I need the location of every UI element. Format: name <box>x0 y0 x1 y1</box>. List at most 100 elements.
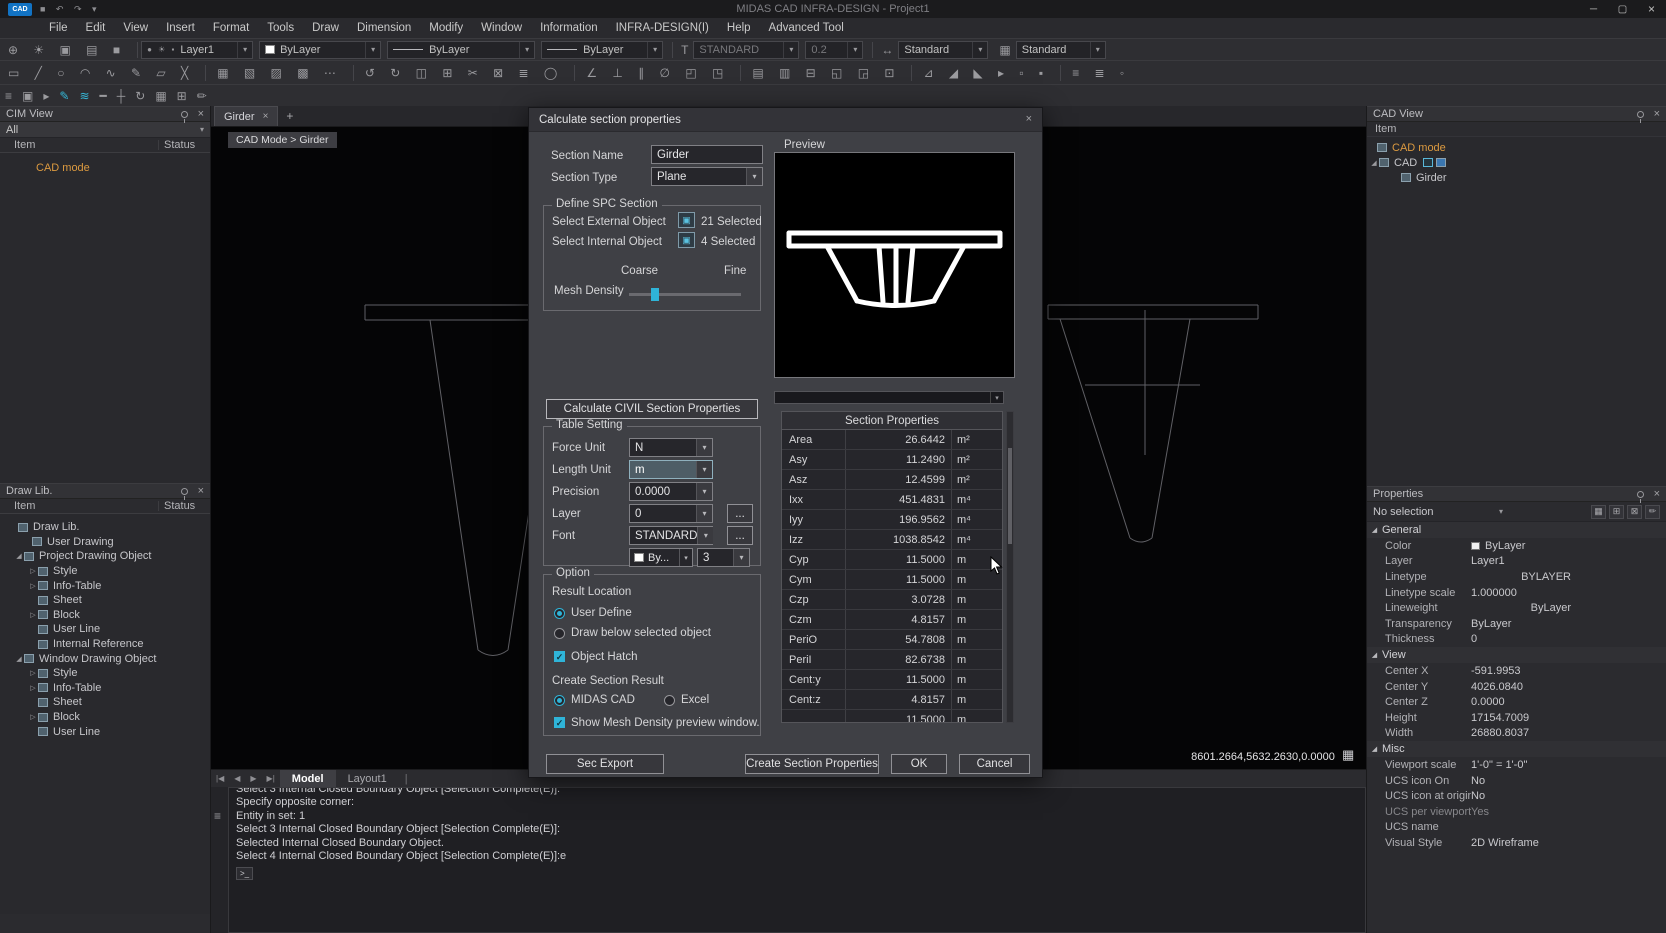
misc-tools-icon-group[interactable]: ≡ ≣ ◦ <box>1064 66 1138 80</box>
refresh-icon[interactable]: ↻ <box>130 89 150 103</box>
display-icon[interactable] <box>1423 158 1433 167</box>
prop-row-linetype[interactable]: LinetypeBYLAYER <box>1367 569 1666 585</box>
table-style-select[interactable]: Standard <box>1016 41 1106 59</box>
maximize-button[interactable]: ▢ <box>1608 0 1637 18</box>
dialog-close-icon[interactable] <box>1026 114 1032 125</box>
minimize-button[interactable]: ─ <box>1579 0 1608 18</box>
tab-model[interactable]: Model <box>280 770 336 787</box>
frame-icon[interactable]: ▣ <box>17 89 38 103</box>
pick-internal-object-button[interactable]: ▣ <box>678 232 695 248</box>
font-select[interactable]: STANDARD <box>629 526 713 545</box>
prop-row-thickness[interactable]: Thickness0 <box>1367 632 1666 648</box>
draw-below-radio[interactable] <box>554 628 565 639</box>
preview-style-select[interactable] <box>774 391 1004 404</box>
layer-select[interactable]: ● ☀ ▪ Layer1 <box>141 41 253 59</box>
lineweight-select[interactable]: ByLayer <box>541 41 663 59</box>
menu-item-modify[interactable]: Modify <box>420 18 472 38</box>
tab-layout1[interactable]: Layout1 <box>336 770 399 787</box>
group-general[interactable]: General <box>1367 522 1666 538</box>
selection-filter-select[interactable]: No selection <box>1373 506 1503 518</box>
tab-girder[interactable]: Girder × <box>214 106 278 126</box>
draw-tools-icon-group[interactable]: ▭ ╱ ○ ◠ ∿ ✎ ▱ ╳ <box>0 66 202 80</box>
collapsed-arrow-icon[interactable] <box>28 567 38 575</box>
prop-row-linetype-scale[interactable]: Linetype scale1.000000 <box>1367 585 1666 601</box>
menu-item-tools[interactable]: Tools <box>258 18 303 38</box>
viewport-grid-icon[interactable]: ▦ <box>1342 747 1354 763</box>
toggle-value-icon[interactable]: ▦ <box>1591 505 1606 519</box>
tree-item-info-table[interactable]: Info-Table <box>0 578 210 593</box>
user-define-radio[interactable] <box>554 608 565 619</box>
ok-button[interactable]: OK <box>891 754 947 774</box>
text-style-select[interactable]: STANDARD <box>693 41 799 59</box>
text-style-icon[interactable]: T <box>676 43 693 57</box>
run-icon[interactable]: ▸ <box>38 89 54 103</box>
close-icon[interactable] <box>1654 109 1660 120</box>
command-prompt-icon[interactable]: >_ <box>236 867 253 880</box>
command-history[interactable]: Select 3 Internal Closed Boundary Object… <box>228 787 1366 933</box>
group-view[interactable]: View <box>1367 647 1666 663</box>
prop-row-viewport-scale[interactable]: Viewport scale1'-0" = 1'-0" <box>1367 757 1666 773</box>
first-tab-icon[interactable]: |◀ <box>211 774 229 783</box>
close-button[interactable]: × <box>1637 0 1666 18</box>
close-icon[interactable] <box>198 486 204 497</box>
text-color-select[interactable]: By... <box>629 548 693 567</box>
section-type-select[interactable]: Plane <box>651 167 763 186</box>
menu-item-infra-design[interactable]: INFRA-DESIGN(I) <box>607 18 718 38</box>
list-icon[interactable]: ≡ <box>0 89 17 103</box>
quick-access-toolbar[interactable]: ■ ↶ ↷ ▾ <box>40 4 101 15</box>
menu-item-window[interactable]: Window <box>472 18 531 38</box>
close-icon[interactable] <box>198 109 204 120</box>
show-mesh-preview-checkbox[interactable] <box>554 717 565 728</box>
force-unit-select[interactable]: N <box>629 438 713 457</box>
tree-item-block[interactable]: Block <box>0 710 210 725</box>
menu-item-advanced-tool[interactable]: Advanced Tool <box>760 18 853 38</box>
prop-row-width[interactable]: Width26880.8037 <box>1367 726 1666 742</box>
cim-filter-select[interactable]: All <box>0 122 210 138</box>
object-hatch-checkbox[interactable] <box>554 651 565 662</box>
table-style-icon[interactable]: ▦ <box>994 43 1015 57</box>
hatch-tools-icon-group[interactable]: ▦ ▧ ▨ ▩ ⋯ <box>209 66 350 80</box>
tree-item-cad[interactable]: CAD <box>1367 155 1666 170</box>
expanded-arrow-icon[interactable] <box>14 552 24 560</box>
prop-row-transparency[interactable]: TransparencyByLayer <box>1367 616 1666 632</box>
menu-item-information[interactable]: Information <box>531 18 607 38</box>
tree-item-sheet[interactable]: Sheet <box>0 593 210 608</box>
midas-cad-radio[interactable] <box>554 695 565 706</box>
grid-icon[interactable]: ▦ <box>150 89 171 103</box>
new-tab-button[interactable]: + <box>278 106 301 126</box>
tree-item-block[interactable]: Block <box>0 608 210 623</box>
annotate-icon[interactable]: ✏ <box>192 89 212 103</box>
section-name-input[interactable] <box>651 145 763 164</box>
tree-item-window-drawing-object[interactable]: Window Drawing Object <box>0 651 210 666</box>
edit-pencil-icon[interactable]: ✎ <box>54 89 74 103</box>
dialog-titlebar[interactable]: Calculate section properties <box>529 108 1042 132</box>
layers-icon[interactable]: ≋ <box>74 89 94 103</box>
next-tab-icon[interactable]: ▶ <box>245 774 261 783</box>
close-icon[interactable] <box>1654 489 1660 500</box>
create-section-properties-button[interactable]: Create Section Properties <box>745 754 879 774</box>
edit-properties-icon[interactable]: ✏ <box>1645 505 1660 519</box>
table-scrollbar[interactable] <box>1006 411 1014 723</box>
tab-close-icon[interactable]: × <box>263 111 269 122</box>
menu-item-help[interactable]: Help <box>718 18 760 38</box>
tree-item-info-table[interactable]: Info-Table <box>0 681 210 696</box>
cancel-button[interactable]: Cancel <box>959 754 1030 774</box>
prop-row-color[interactable]: ColorByLayer <box>1367 538 1666 554</box>
group-misc[interactable]: Misc <box>1367 741 1666 757</box>
dim-style-icon[interactable]: ↔ <box>876 43 898 57</box>
table-tools-icon-group[interactable]: ▤ ▥ ⊟ ◱ ◲ ⊡ <box>744 66 908 80</box>
menu-item-edit[interactable]: Edit <box>77 18 115 38</box>
tree-item-internal-reference[interactable]: Internal Reference <box>0 637 210 652</box>
color-select[interactable]: ByLayer <box>259 41 381 59</box>
excel-radio[interactable] <box>664 695 675 706</box>
pin-icon[interactable] <box>181 488 188 495</box>
prop-row-ucs-name[interactable]: UCS name <box>1367 820 1666 836</box>
collapsed-arrow-icon[interactable] <box>28 611 38 619</box>
pin-icon[interactable] <box>1637 491 1644 498</box>
text-height-select[interactable]: 0.2 <box>805 41 863 59</box>
collapsed-arrow-icon[interactable] <box>28 713 38 721</box>
prop-row-height[interactable]: Height17154.7009 <box>1367 710 1666 726</box>
mesh-density-slider-thumb[interactable] <box>651 288 659 301</box>
collapsed-arrow-icon[interactable] <box>28 669 38 677</box>
tree-item-user-drawing[interactable]: User Drawing <box>0 535 210 550</box>
